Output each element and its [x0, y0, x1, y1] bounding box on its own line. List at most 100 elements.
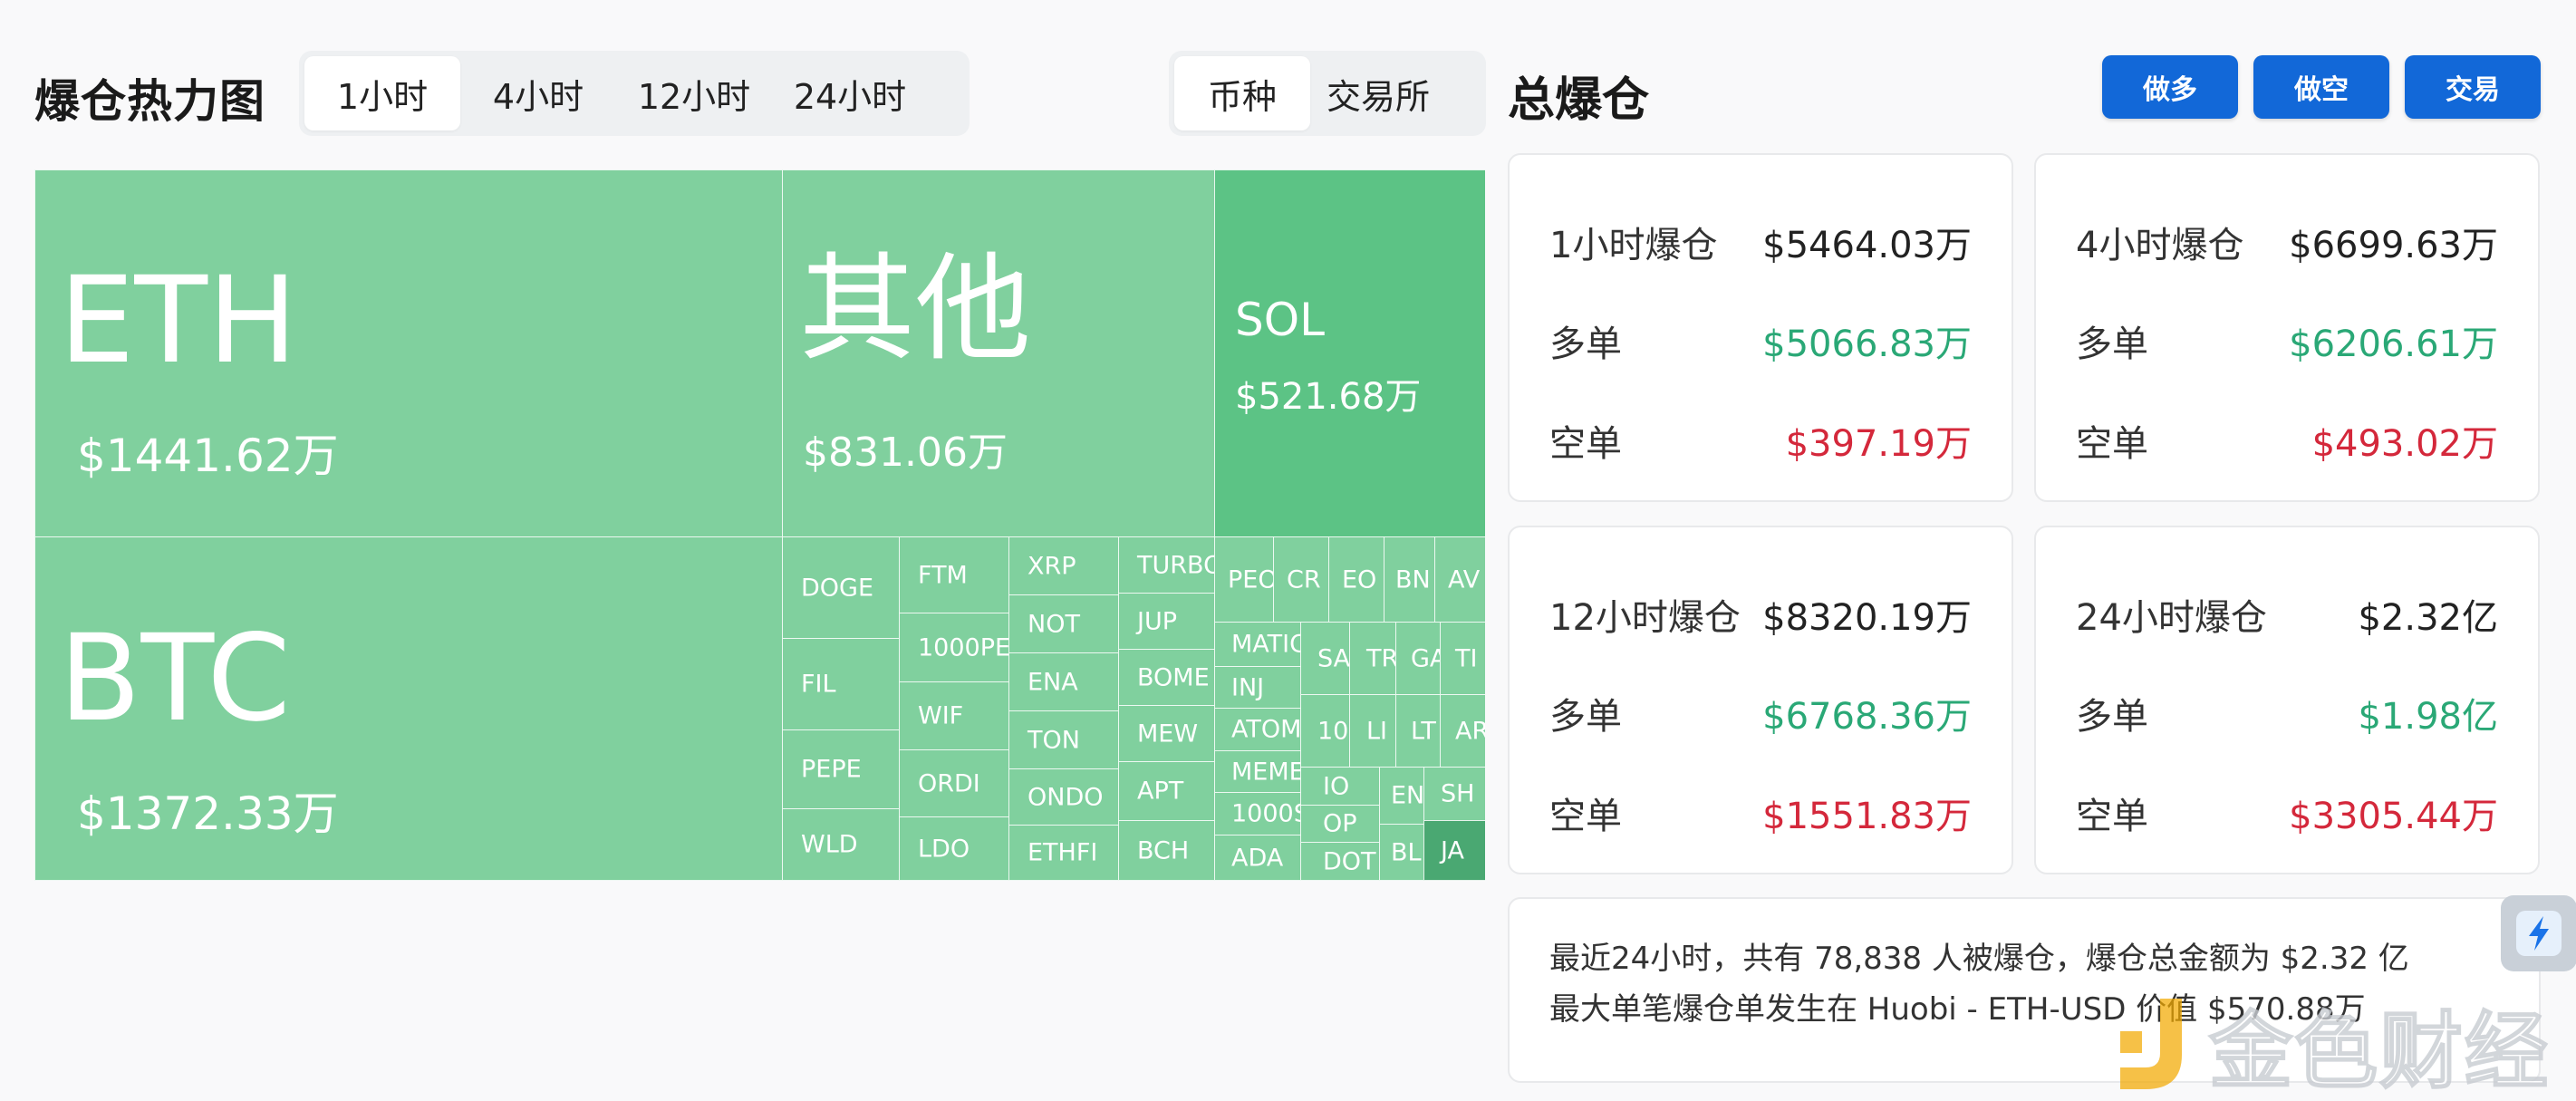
- tile-coin[interactable]: ATOM: [1214, 708, 1301, 751]
- tile-coin[interactable]: PEPE: [782, 729, 900, 809]
- tile-coin[interactable]: LT: [1395, 694, 1441, 768]
- tile-coin[interactable]: 10: [1300, 694, 1350, 768]
- tile-name: BTC: [59, 609, 291, 748]
- tile-name: ETHFI: [1028, 838, 1098, 867]
- tile-coin[interactable]: XRP: [1008, 536, 1119, 595]
- tile-coin[interactable]: BL: [1379, 824, 1424, 881]
- tile-coin[interactable]: WLD: [782, 808, 900, 881]
- card-total: $6699.63万: [2289, 225, 2498, 266]
- tile-coin[interactable]: OP: [1300, 805, 1380, 843]
- tile-coin[interactable]: 1000S: [1214, 792, 1301, 835]
- tile-name: EO: [1342, 565, 1377, 594]
- tile-coin[interactable]: PEO: [1214, 536, 1274, 623]
- tab-exchange[interactable]: 交易所: [1310, 56, 1446, 130]
- long-label: 多单: [2076, 696, 2148, 738]
- tile-name: 1000PE: [918, 633, 1009, 662]
- tile-coin[interactable]: DOGE: [782, 536, 900, 639]
- short-value: $397.19万: [1785, 423, 1972, 465]
- tile-value: $1372.33万: [77, 787, 339, 840]
- tile-sol[interactable]: SOL $521.68万: [1214, 169, 1485, 537]
- heatmap-title: 爆仓热力图: [34, 75, 265, 128]
- tile-coin[interactable]: ONDO: [1008, 768, 1119, 826]
- tile-coin[interactable]: ADA: [1214, 835, 1301, 881]
- long-label: 多单: [2076, 324, 2148, 365]
- tile-coin[interactable]: GA: [1395, 622, 1441, 695]
- tile-name: 其他: [799, 242, 1032, 377]
- tile-coin[interactable]: WIF: [899, 681, 1009, 750]
- floating-widget-button[interactable]: [2501, 895, 2576, 971]
- tile-coin[interactable]: BN: [1384, 536, 1435, 623]
- trade-button[interactable]: 交易: [2405, 55, 2541, 119]
- long-label: 多单: [1549, 324, 1622, 365]
- tile-name: ATOM: [1231, 715, 1301, 744]
- tile-name: 10: [1317, 717, 1349, 745]
- card-total: $5464.03万: [1762, 225, 1972, 266]
- tile-coin[interactable]: JA: [1423, 820, 1485, 881]
- tile-coin[interactable]: EN: [1379, 767, 1424, 825]
- watermark: 金色财经: [2108, 984, 2550, 1101]
- tile-coin[interactable]: INJ: [1214, 666, 1301, 709]
- tile-name: ONDO: [1028, 783, 1104, 811]
- tile-coin[interactable]: IO: [1300, 767, 1380, 806]
- tile-name: JA: [1441, 836, 1464, 864]
- tile-coin[interactable]: SA: [1300, 622, 1350, 695]
- tile-coin[interactable]: BCH: [1118, 820, 1215, 881]
- card-title: 24小时爆仓: [2076, 597, 2267, 639]
- tile-name: AV: [1448, 565, 1481, 594]
- tile-eth[interactable]: ETH $1441.62万: [34, 169, 783, 537]
- tile-name: WLD: [801, 830, 858, 859]
- tile-name: DOGE: [801, 574, 874, 602]
- tile-coin[interactable]: DOT: [1300, 842, 1380, 881]
- tile-other[interactable]: 其他 $831.06万: [782, 169, 1215, 537]
- tab-24h[interactable]: 24小时: [772, 56, 928, 130]
- long-value: $6768.36万: [1762, 696, 1972, 738]
- tile-coin[interactable]: TURBO: [1118, 536, 1215, 594]
- tile-coin[interactable]: FIL: [782, 638, 900, 730]
- tile-coin[interactable]: MATIC: [1214, 622, 1301, 667]
- tile-name: NOT: [1028, 610, 1080, 638]
- tab-1h[interactable]: 1小时: [304, 56, 460, 130]
- tile-name: BCH: [1137, 836, 1190, 864]
- tile-name: BOME: [1137, 663, 1210, 691]
- tile-coin[interactable]: LI: [1349, 694, 1396, 768]
- tile-name: FTM: [918, 561, 968, 589]
- long-value: $1.98亿: [2358, 696, 2498, 738]
- tile-btc[interactable]: BTC $1372.33万: [34, 536, 783, 881]
- tile-name: SA: [1317, 644, 1350, 672]
- tile-coin[interactable]: SH: [1423, 767, 1485, 821]
- time-range-selector: 1小时 4小时 12小时 24小时: [299, 51, 970, 136]
- card-title: 4小时爆仓: [2076, 225, 2244, 266]
- tile-coin[interactable]: EO: [1328, 536, 1384, 623]
- tile-coin[interactable]: MEME: [1214, 750, 1301, 793]
- short-button[interactable]: 做空: [2253, 55, 2389, 119]
- tile-name: LI: [1366, 717, 1388, 745]
- tab-4h[interactable]: 4小时: [460, 56, 616, 130]
- tile-coin[interactable]: ORDI: [899, 749, 1009, 817]
- tile-coin[interactable]: LDO: [899, 816, 1009, 881]
- tile-coin[interactable]: AV: [1434, 536, 1485, 623]
- tile-coin[interactable]: FTM: [899, 536, 1009, 613]
- tile-coin[interactable]: TR: [1349, 622, 1396, 695]
- tile-coin[interactable]: TON: [1008, 710, 1119, 769]
- tab-12h[interactable]: 12小时: [616, 56, 772, 130]
- tile-coin[interactable]: ENA: [1008, 652, 1119, 711]
- tile-coin[interactable]: MEW: [1118, 705, 1215, 762]
- tile-coin[interactable]: NOT: [1008, 594, 1119, 653]
- card-24h: 24小时爆仓 $2.32亿 多单 $1.98亿 空单 $3305.44万: [2034, 526, 2540, 874]
- tile-coin[interactable]: APT: [1118, 761, 1215, 821]
- tab-coin[interactable]: 币种: [1174, 56, 1310, 130]
- tile-coin[interactable]: ETHFI: [1008, 825, 1119, 881]
- tile-coin[interactable]: AR: [1440, 694, 1485, 768]
- tile-name: BN: [1395, 565, 1431, 594]
- short-label: 空单: [2076, 796, 2148, 837]
- tile-coin[interactable]: 1000PE: [899, 613, 1009, 682]
- tile-name: SOL: [1235, 294, 1325, 346]
- card-12h: 12小时爆仓 $8320.19万 多单 $6768.36万 空单 $1551.83万: [1508, 526, 2013, 874]
- tile-value: $521.68万: [1235, 376, 1422, 418]
- tile-coin[interactable]: TI: [1440, 622, 1485, 695]
- tile-coin[interactable]: BOME: [1118, 649, 1215, 706]
- tile-coin[interactable]: JUP: [1118, 593, 1215, 650]
- long-button[interactable]: 做多: [2102, 55, 2238, 119]
- tile-coin[interactable]: CR: [1273, 536, 1329, 623]
- tile-name: FIL: [801, 670, 836, 699]
